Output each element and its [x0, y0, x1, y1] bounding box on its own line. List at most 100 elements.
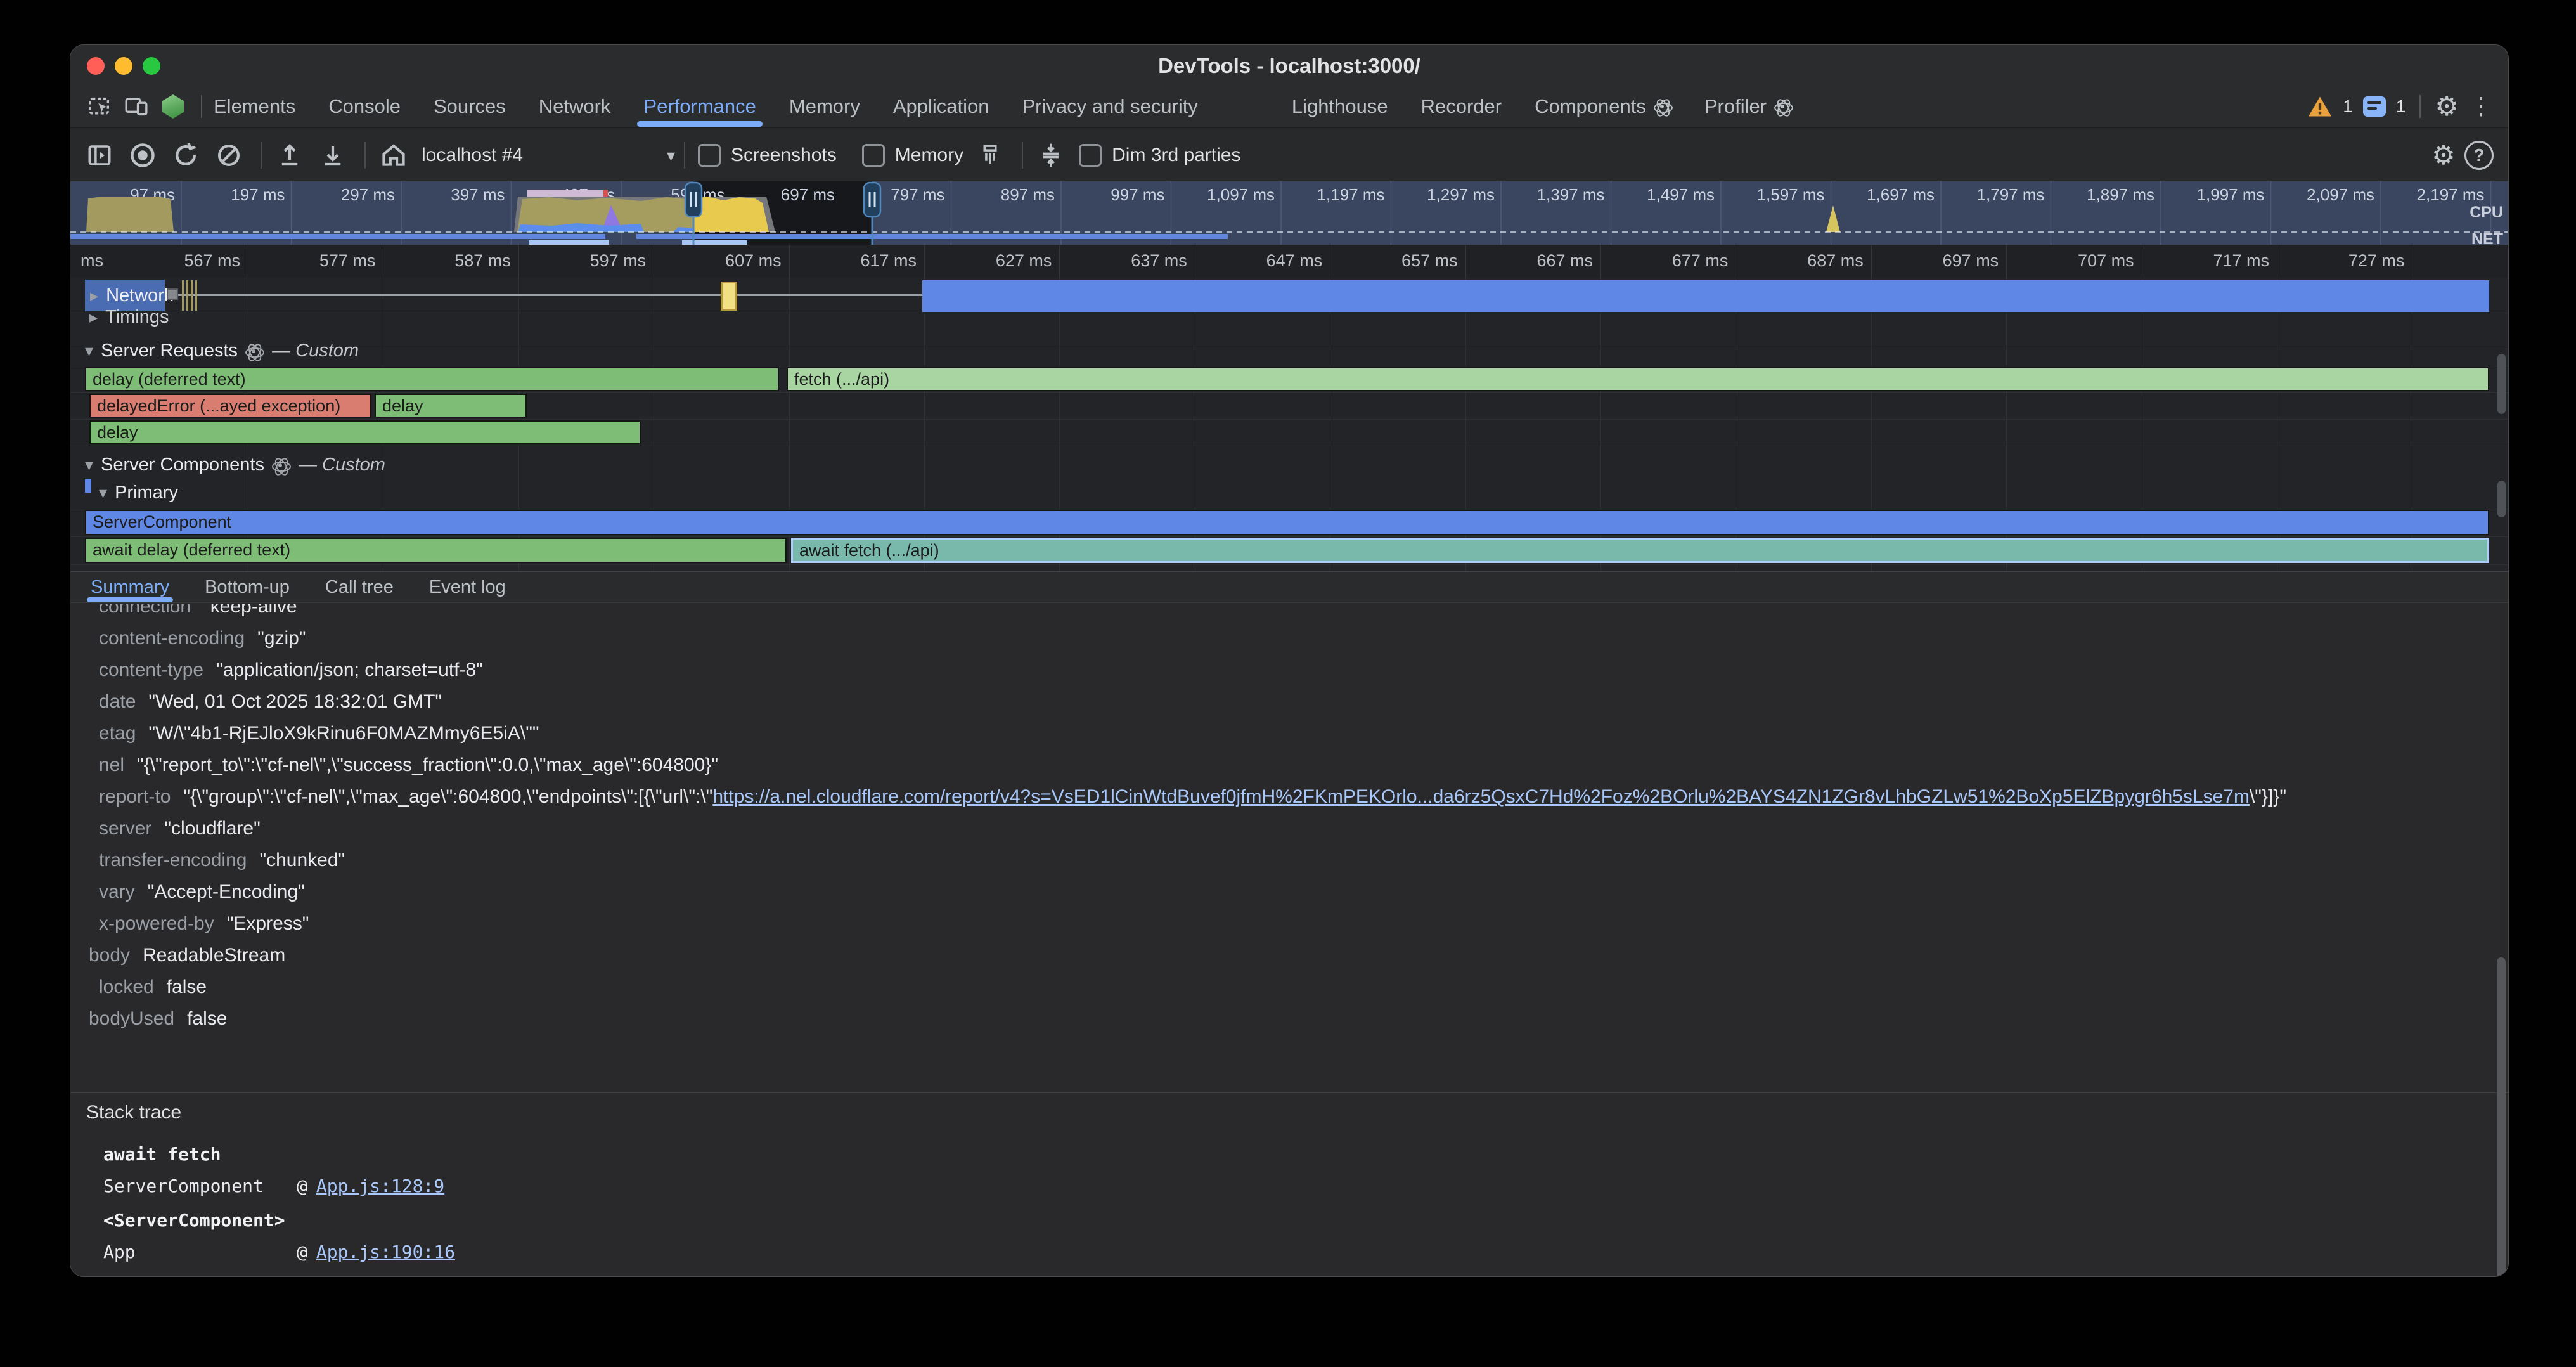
bar-label: delay (deferred text) [93, 370, 246, 389]
collect-garbage-icon[interactable] [975, 140, 1005, 171]
property-row: bodyUsedfalse [89, 1008, 227, 1033]
download-profile-icon[interactable] [318, 140, 348, 171]
flame-scrollbar-thumb[interactable] [2497, 354, 2506, 414]
property-value: "application/json; charset=utf-8" [216, 659, 483, 680]
details-tab-summary[interactable]: Summary [91, 572, 169, 602]
ruler-tick-label: 687 ms [1737, 251, 1864, 271]
ruler-tick-label: 627 ms [925, 251, 1052, 271]
property-row: connection"keep-alive" [99, 604, 304, 621]
server-request-error[interactable]: delayedError (...ayed exception) [89, 394, 371, 418]
capture-settings-gear-icon[interactable]: ⚙ [2428, 140, 2459, 171]
session-history-select[interactable]: localhost #4 [422, 145, 675, 166]
expander-icon[interactable] [90, 286, 106, 306]
track-timings-header[interactable]: Timings [89, 307, 169, 328]
record-and-reload-button[interactable] [171, 140, 201, 171]
screenshots-checkbox[interactable] [698, 144, 721, 167]
server-component-await[interactable]: await delay (deferred text) [85, 538, 787, 563]
source-location-link[interactable]: App.js:128:9 [316, 1176, 444, 1196]
property-value: "Wed, 01 Oct 2025 18:32:01 GMT" [148, 691, 442, 712]
property-key: locked [99, 976, 154, 997]
tab-label: Lighthouse [1292, 95, 1388, 118]
details-scrollbar-thumb[interactable] [2497, 957, 2506, 1277]
console-messages-icon[interactable] [2363, 93, 2386, 120]
overview-tick-label: 1,297 ms [1427, 185, 1495, 204]
track-primary-header[interactable]: Primary [99, 483, 178, 503]
overview-tick-label: 1,797 ms [1977, 185, 2045, 204]
property-row: lockedfalse [99, 976, 207, 1002]
flame-scrollbar-thumb[interactable] [2497, 481, 2506, 517]
server-component[interactable]: ServerComponent [85, 510, 2489, 535]
tab-label: Elements [214, 95, 295, 118]
server-component-await-selected[interactable]: await fetch (.../api) [791, 538, 2489, 563]
dim-3rd-parties-checkbox[interactable] [1079, 144, 1102, 167]
toggle-sidebar-icon[interactable] [84, 140, 115, 171]
tab-application[interactable]: Application [893, 86, 989, 127]
clear-button[interactable] [214, 140, 244, 171]
tab-memory[interactable]: Memory [789, 86, 860, 127]
details-tab-bottom-up[interactable]: Bottom-up [205, 572, 290, 602]
inspect-element-icon[interactable] [86, 93, 113, 120]
tab-network[interactable]: Network [539, 86, 611, 127]
device-toolbar-icon[interactable] [122, 93, 150, 120]
property-key: transfer-encoding [99, 850, 247, 871]
report-to-url-link[interactable]: https://a.nel.cloudflare.com/report/v4?s… [712, 786, 2250, 807]
property-key: x-powered-by [99, 913, 214, 934]
record-button[interactable] [127, 140, 158, 171]
property-row: bodyReadableStream [89, 945, 285, 970]
warning-icon[interactable] [2307, 93, 2333, 120]
show-ignore-listed-frames-link[interactable]: Show ignore-listed frames [103, 1273, 370, 1277]
overview-tick-label: 2,097 ms [2307, 185, 2374, 204]
details-tab-label: Summary [91, 577, 169, 598]
expander-icon[interactable] [99, 483, 115, 503]
server-request[interactable]: delay [375, 394, 527, 418]
tab-recorder[interactable]: Recorder [1421, 86, 1502, 127]
chevron-down-icon [667, 146, 675, 165]
server-request[interactable]: delay [89, 420, 641, 444]
atom-icon [1773, 97, 1792, 116]
network-request-long[interactable] [922, 280, 2489, 312]
overview-tick-label: 397 ms [451, 185, 505, 204]
tab-label: Performance [643, 95, 756, 118]
home-icon[interactable] [378, 140, 409, 171]
track-drag-handle[interactable] [167, 288, 178, 300]
server-request[interactable]: fetch (.../api) [787, 367, 2489, 391]
tab-sources[interactable]: Sources [434, 86, 506, 127]
tab-privacy-and-security[interactable]: Privacy and security [1022, 86, 1198, 127]
ruler-tick-label: 567 ms [113, 251, 240, 271]
show-markers-icon[interactable] [1036, 140, 1066, 171]
details-tab-event-log[interactable]: Event log [429, 572, 506, 602]
server-request[interactable]: delay (deferred text) [85, 367, 779, 391]
track-server-requests-header[interactable]: Server Requests — Custom [85, 340, 359, 361]
details-tab-call-tree[interactable]: Call tree [325, 572, 394, 602]
flame-chart-ruler[interactable]: ms 567 ms577 ms587 ms597 ms607 ms617 ms6… [70, 245, 2509, 278]
settings-gear-icon[interactable]: ⚙ [2435, 93, 2459, 120]
flame-chart[interactable]: delay (deferred text) fetch (.../api) dela… [70, 278, 2509, 571]
more-options-kebab-icon[interactable]: ⋮ [2469, 93, 2493, 120]
expander-icon[interactable] [85, 455, 101, 475]
tab-elements[interactable]: Elements [214, 86, 295, 127]
details-tab-label: Call tree [325, 577, 394, 598]
upload-profile-icon[interactable] [274, 140, 305, 171]
tab-lighthouse[interactable]: Lighthouse [1292, 86, 1388, 127]
source-location-link[interactable]: App.js:190:16 [316, 1241, 455, 1262]
expander-icon[interactable] [89, 308, 105, 327]
expander-icon[interactable] [85, 341, 101, 361]
at-symbol: @ [297, 1241, 307, 1262]
divider [261, 142, 262, 169]
property-key: nel [99, 755, 124, 775]
ruler-tick-label: 577 ms [248, 251, 375, 271]
network-request-short[interactable] [721, 282, 737, 311]
tab-performance[interactable]: Performance [643, 86, 756, 127]
memory-checkbox[interactable] [862, 144, 885, 167]
timeline-overview[interactable]: 97 ms197 ms297 ms397 ms497 ms597 ms697 m… [70, 181, 2509, 245]
overview-tick-label: 997 ms [1111, 185, 1164, 204]
tab-components[interactable]: Components [1535, 86, 1671, 127]
property-key: etag [99, 723, 136, 744]
property-row: nel"{\"report_to\":\"cf-nel\",\"success_… [99, 755, 718, 780]
track-server-components-header[interactable]: Server Components — Custom [85, 455, 385, 476]
property-key: date [99, 691, 136, 712]
help-icon[interactable]: ? [2464, 140, 2494, 171]
tab-console[interactable]: Console [328, 86, 401, 127]
tab-profiler[interactable]: Profiler [1704, 86, 1792, 127]
stack-frame: await fetch [103, 1144, 297, 1165]
